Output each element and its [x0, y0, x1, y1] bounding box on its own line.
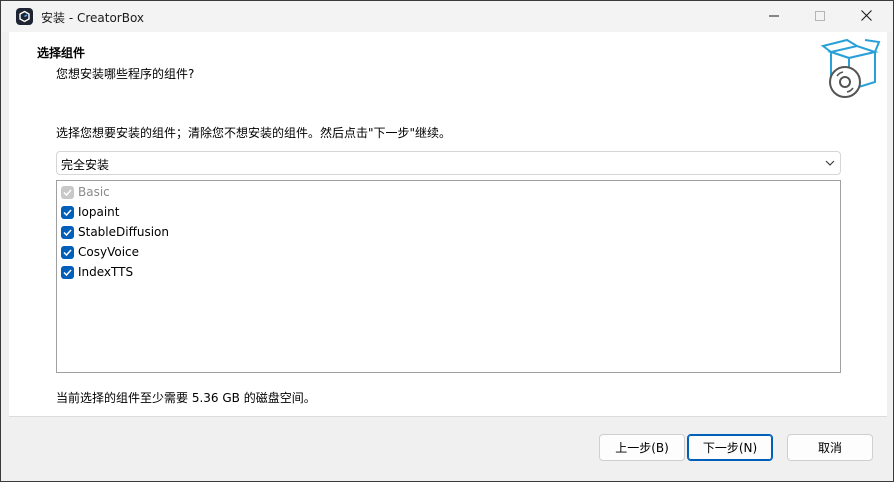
- checkbox-stablediffusion[interactable]: [61, 225, 74, 239]
- install-type-select[interactable]: 完全安装: [56, 151, 841, 175]
- cancel-button[interactable]: 取消: [787, 434, 873, 461]
- checkbox-iopaint[interactable]: [61, 205, 74, 219]
- component-item-indextts[interactable]: IndexTTS: [61, 263, 821, 281]
- page-subtitle: 您想安装哪些程序的组件?: [56, 67, 195, 81]
- instruction-text: 选择您想要安装的组件；清除您不想安装的组件。然后点击"下一步"继续。: [56, 126, 452, 140]
- next-button[interactable]: 下一步(N): [687, 434, 773, 461]
- install-type-value: 完全安装: [61, 158, 110, 172]
- checkbox-cosyvoice[interactable]: [61, 245, 74, 259]
- wizard-footer: 上一步(B) 下一步(N) 取消: [9, 417, 887, 477]
- wizard-header: 选择组件 您想安装哪些程序的组件?: [9, 32, 887, 107]
- components-panel: 选择您想要安装的组件；清除您不想安装的组件。然后点击"下一步"继续。 完全安装 …: [9, 107, 887, 416]
- close-icon: [860, 9, 872, 24]
- components-list[interactable]: Basic Iopaint StableDiffusion CosyVoice: [56, 180, 841, 373]
- creatorbox-logo-icon: [16, 8, 33, 25]
- installer-window: 安装 - CreatorBox 选择组件 您想安装哪些程序的组件? 选择您想要安…: [0, 0, 894, 482]
- component-label: CosyVoice: [78, 245, 140, 259]
- component-item-cosyvoice[interactable]: CosyVoice: [61, 243, 821, 261]
- component-label: Basic: [78, 185, 110, 199]
- close-button[interactable]: [843, 1, 889, 32]
- chevron-down-icon: [824, 157, 836, 169]
- component-label: StableDiffusion: [78, 225, 169, 239]
- checkbox-indextts[interactable]: [61, 265, 74, 279]
- window-title: 安装 - CreatorBox: [41, 11, 145, 25]
- disk-space-text: 当前选择的组件至少需要 5.36 GB 的磁盘空间。: [56, 391, 316, 405]
- maximize-button[interactable]: [797, 1, 843, 32]
- maximize-icon: [815, 10, 825, 24]
- checkbox-basic: [61, 185, 74, 199]
- component-item-iopaint[interactable]: Iopaint: [61, 203, 821, 221]
- minimize-icon: [769, 10, 779, 24]
- component-label: Iopaint: [78, 205, 120, 219]
- component-label: IndexTTS: [78, 265, 134, 279]
- component-item-stablediffusion[interactable]: StableDiffusion: [61, 223, 821, 241]
- box-with-disc-icon: [817, 36, 883, 102]
- back-button[interactable]: 上一步(B): [599, 434, 685, 461]
- title-bar[interactable]: 安装 - CreatorBox: [1, 1, 893, 32]
- page-title: 选择组件: [37, 46, 86, 60]
- component-item-basic: Basic: [61, 183, 821, 201]
- minimize-button[interactable]: [751, 1, 797, 32]
